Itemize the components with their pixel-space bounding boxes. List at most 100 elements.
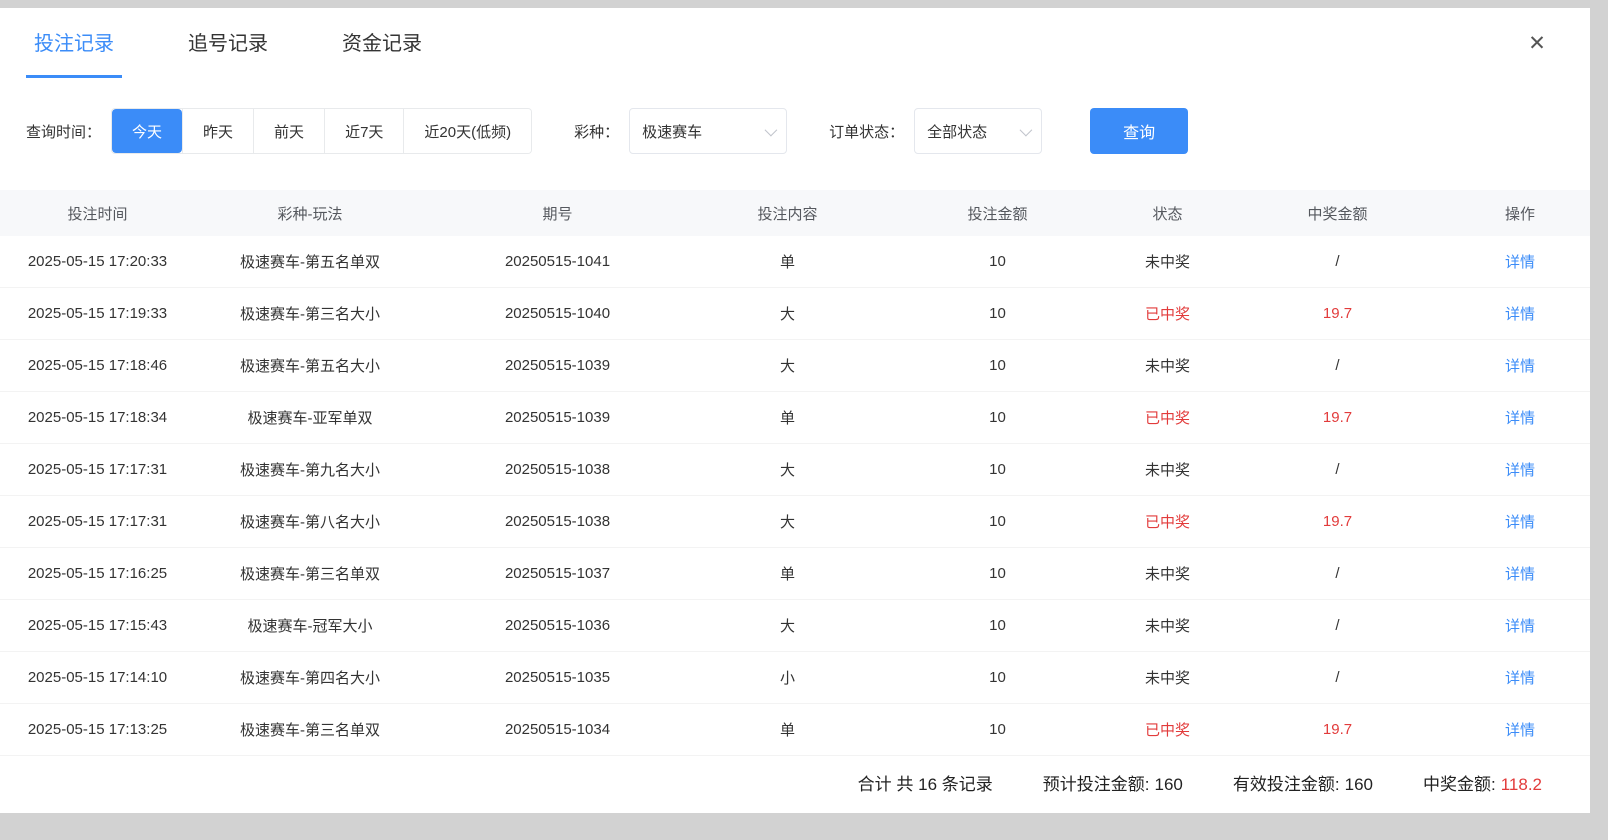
table-row: 2025-05-15 17:19:33极速赛车-第三名大小20250515-10… [0,288,1590,340]
bet-amount-cell: 10 [885,461,1110,478]
bet-time-cell: 2025-05-15 17:19:33 [0,305,195,322]
bet-content-cell: 单 [690,251,885,272]
order-status-label: 订单状态： [829,121,904,142]
detail-link[interactable]: 详情 [1450,407,1590,428]
issue-number-cell: 20250515-1038 [425,513,690,530]
search-button[interactable]: 查询 [1090,108,1188,154]
status-cell: 已中奖 [1110,407,1225,428]
lottery-play-cell: 极速赛车-亚军单双 [195,407,425,428]
column-bet-content: 投注内容 [690,203,885,224]
status-cell: 未中奖 [1110,615,1225,636]
bet-content-cell: 单 [690,563,885,584]
valid-bet-label: 有效投注金额: [1233,775,1340,794]
lottery-play-cell: 极速赛车-第四名大小 [195,667,425,688]
column-bet-time: 投注时间 [0,203,195,224]
issue-number-cell: 20250515-1038 [425,461,690,478]
table-row: 2025-05-15 17:18:46极速赛车-第五名大小20250515-10… [0,340,1590,392]
bet-amount-cell: 10 [885,721,1110,738]
detail-link[interactable]: 详情 [1450,563,1590,584]
lottery-play-cell: 极速赛车-第三名单双 [195,563,425,584]
record-count: 合计 共 16 条记录 [858,770,993,795]
bet-amount-cell: 10 [885,669,1110,686]
chevron-down-icon [765,123,778,136]
lottery-play-cell: 极速赛车-第五名单双 [195,251,425,272]
table-body: 2025-05-15 17:20:33极速赛车-第五名单双20250515-10… [0,236,1590,756]
bet-amount-cell: 10 [885,565,1110,582]
detail-link[interactable]: 详情 [1450,511,1590,532]
time-option-last7days[interactable]: 近7天 [324,109,403,153]
lottery-type-label: 彩种： [574,121,619,142]
bet-time-cell: 2025-05-15 17:18:46 [0,357,195,374]
status-cell: 已中奖 [1110,303,1225,324]
bet-time-cell: 2025-05-15 17:16:25 [0,565,195,582]
lottery-type-value: 极速赛车 [642,121,702,142]
tab-fund-records[interactable]: 资金记录 [334,8,430,78]
lottery-play-cell: 极速赛车-第五名大小 [195,355,425,376]
order-status-select[interactable]: 全部状态 [914,108,1042,154]
time-option-last20days[interactable]: 近20天(低频) [403,109,531,153]
tab-bet-records[interactable]: 投注记录 [26,8,122,78]
status-cell: 已中奖 [1110,719,1225,740]
issue-number-cell: 20250515-1041 [425,253,690,270]
bet-time-cell: 2025-05-15 17:15:43 [0,617,195,634]
expected-bet-label: 预计投注金额: [1043,775,1150,794]
status-cell: 未中奖 [1110,667,1225,688]
detail-link[interactable]: 详情 [1450,459,1590,480]
close-icon[interactable]: ✕ [1522,28,1552,58]
bet-time-cell: 2025-05-15 17:17:31 [0,513,195,530]
status-cell: 未中奖 [1110,563,1225,584]
table-row: 2025-05-15 17:17:31极速赛车-第八名大小20250515-10… [0,496,1590,548]
table-row: 2025-05-15 17:20:33极速赛车-第五名单双20250515-10… [0,236,1590,288]
bet-content-cell: 大 [690,615,885,636]
lottery-play-cell: 极速赛车-第三名大小 [195,303,425,324]
detail-link[interactable]: 详情 [1450,667,1590,688]
column-prize-amount: 中奖金额 [1225,203,1450,224]
table-row: 2025-05-15 17:14:10极速赛车-第四名大小20250515-10… [0,652,1590,704]
detail-link[interactable]: 详情 [1450,251,1590,272]
issue-number-cell: 20250515-1036 [425,617,690,634]
table-row: 2025-05-15 17:15:43极速赛车-冠军大小20250515-103… [0,600,1590,652]
prize-amount-cell: 19.7 [1225,513,1450,530]
tab-bar: 投注记录 追号记录 资金记录 ✕ [0,8,1590,78]
prize-total-label: 中奖金额: [1423,775,1496,794]
status-cell: 未中奖 [1110,355,1225,376]
issue-number-cell: 20250515-1037 [425,565,690,582]
lottery-type-select[interactable]: 极速赛车 [629,108,787,154]
bet-amount-cell: 10 [885,305,1110,322]
prize-total: 中奖金额: 118.2 [1423,770,1542,795]
time-option-today[interactable]: 今天 [112,109,182,153]
detail-link[interactable]: 详情 [1450,303,1590,324]
prize-amount-cell: / [1225,461,1450,478]
bet-amount-cell: 10 [885,513,1110,530]
status-cell: 未中奖 [1110,459,1225,480]
bet-amount-cell: 10 [885,253,1110,270]
prize-amount-cell: 19.7 [1225,409,1450,426]
bet-time-cell: 2025-05-15 17:13:25 [0,721,195,738]
bet-content-cell: 大 [690,511,885,532]
column-lottery-play: 彩种-玩法 [195,203,425,224]
issue-number-cell: 20250515-1039 [425,357,690,374]
column-status: 状态 [1110,203,1225,224]
table-row: 2025-05-15 17:16:25极速赛车-第三名单双20250515-10… [0,548,1590,600]
prize-total-value: 118.2 [1501,775,1542,794]
filter-bar: 查询时间： 今天 昨天 前天 近7天 近20天(低频) 彩种： 极速赛车 订单状… [0,108,1590,154]
prize-amount-cell: / [1225,357,1450,374]
bet-content-cell: 大 [690,459,885,480]
issue-number-cell: 20250515-1040 [425,305,690,322]
valid-bet-total: 有效投注金额:160 [1233,770,1373,795]
detail-link[interactable]: 详情 [1450,355,1590,376]
time-option-yesterday[interactable]: 昨天 [182,109,253,153]
bet-amount-cell: 10 [885,357,1110,374]
detail-link[interactable]: 详情 [1450,719,1590,740]
column-issue-number: 期号 [425,203,690,224]
bet-amount-cell: 10 [885,617,1110,634]
time-option-day-before[interactable]: 前天 [253,109,324,153]
tab-chase-records[interactable]: 追号记录 [180,8,276,78]
bet-time-cell: 2025-05-15 17:18:34 [0,409,195,426]
bet-content-cell: 小 [690,667,885,688]
detail-link[interactable]: 详情 [1450,615,1590,636]
bet-content-cell: 单 [690,719,885,740]
summary-bar: 合计 共 16 条记录 预计投注金额: 160 有效投注金额:160 中奖金额: 1… [0,756,1590,808]
status-cell: 未中奖 [1110,251,1225,272]
expected-bet-value: 160 [1155,775,1183,794]
